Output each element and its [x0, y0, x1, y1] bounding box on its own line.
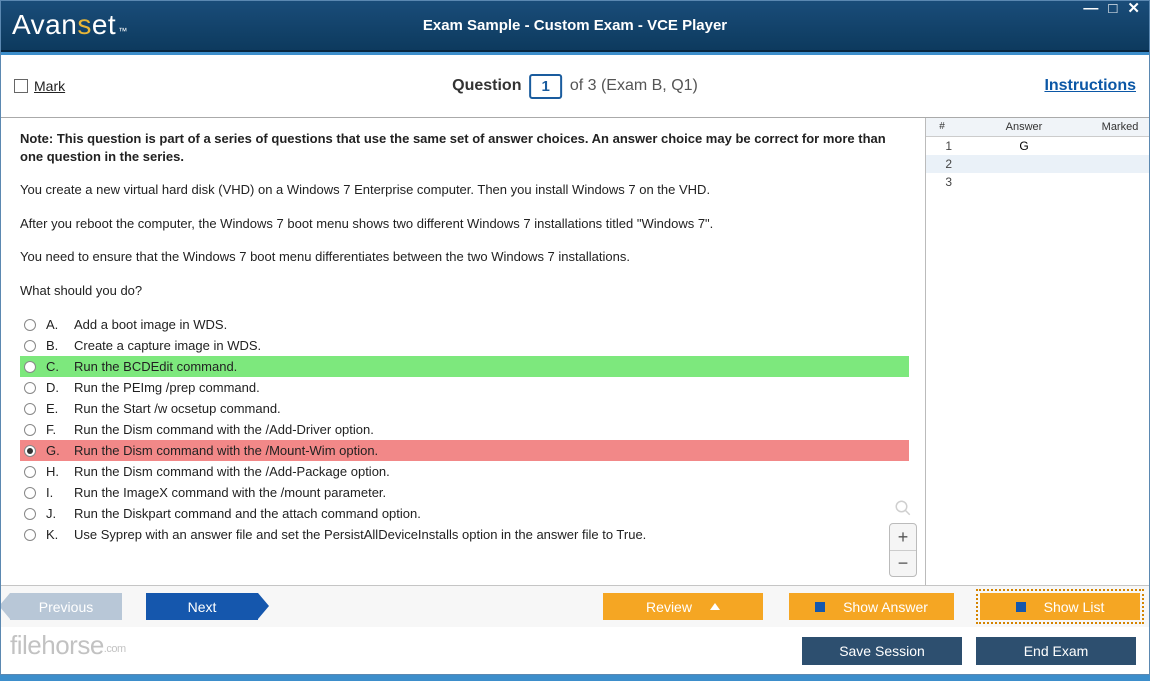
title-bar: Avanset™ Exam Sample - Custom Exam - VCE… [0, 0, 1150, 52]
radio-button[interactable] [24, 319, 36, 331]
question-paragraph: After you reboot the computer, the Windo… [20, 214, 909, 234]
question-prompt: What should you do? [20, 281, 909, 301]
radio-button[interactable] [24, 466, 36, 478]
question-paragraph: You create a new virtual hard disk (VHD)… [20, 180, 909, 200]
mark-checkbox[interactable] [14, 79, 28, 93]
question-label: Question [452, 77, 521, 95]
answer-option[interactable]: I. Run the ImageX command with the /mount… [20, 482, 909, 503]
maximize-button[interactable]: □ [1104, 2, 1121, 16]
answer-option[interactable]: D. Run the PEImg /prep command. [20, 377, 909, 398]
navigation-bar: Previous Next Review Show Answer Show Li… [0, 585, 1150, 627]
radio-button[interactable] [24, 529, 36, 541]
answer-option[interactable]: C. Run the BCDEdit command. [20, 356, 909, 377]
instructions-link[interactable]: Instructions [1044, 77, 1136, 95]
square-icon [1016, 602, 1026, 612]
answer-option[interactable]: K. Use Syprep with an answer file and set… [20, 524, 909, 545]
question-paragraph: You need to ensure that the Windows 7 bo… [20, 247, 909, 267]
answer-letter: E. [46, 401, 64, 416]
review-button[interactable]: Review [603, 593, 763, 620]
answer-text: Run the Dism command with the /Add-Packa… [74, 464, 390, 479]
answer-text: Run the Dism command with the /Add-Drive… [74, 422, 374, 437]
radio-button[interactable] [24, 424, 36, 436]
save-session-button[interactable]: Save Session [802, 637, 962, 665]
answer-option[interactable]: G. Run the Dism command with the /Mount-W… [20, 440, 909, 461]
bottom-bar: Save Session End Exam [0, 627, 1150, 675]
answer-text: Run the ImageX command with the /mount p… [74, 485, 386, 500]
answer-option[interactable]: A. Add a boot image in WDS. [20, 314, 909, 335]
answer-list-row[interactable]: 1G [926, 137, 1150, 155]
answer-text: Add a boot image in WDS. [74, 317, 227, 332]
question-note: Note: This question is part of a series … [20, 130, 909, 166]
answer-text: Use Syprep with an answer file and set t… [74, 527, 646, 542]
answer-option[interactable]: B. Create a capture image in WDS. [20, 335, 909, 356]
answer-letter: D. [46, 380, 64, 395]
answer-letter: A. [46, 317, 64, 332]
answer-letter: F. [46, 422, 64, 437]
end-exam-button[interactable]: End Exam [976, 637, 1136, 665]
radio-button[interactable] [24, 487, 36, 499]
answer-letter: C. [46, 359, 64, 374]
zoom-out-button[interactable]: − [890, 550, 916, 576]
answer-text: Run the Dism command with the /Mount-Wim… [74, 443, 378, 458]
square-icon [815, 602, 825, 612]
answer-list-panel: # Answer Marked 1G23 [925, 118, 1150, 585]
answer-letter: G. [46, 443, 64, 458]
radio-button[interactable] [24, 382, 36, 394]
answer-list-row[interactable]: 2 [926, 155, 1150, 173]
question-pane: Note: This question is part of a series … [0, 118, 925, 585]
show-answer-button[interactable]: Show Answer [789, 593, 954, 620]
app-logo: Avanset™ [12, 9, 128, 41]
answer-letter: B. [46, 338, 64, 353]
close-button[interactable]: ✕ [1123, 2, 1144, 16]
zoom-in-button[interactable]: + [890, 524, 916, 550]
mark-label[interactable]: Mark [34, 78, 65, 94]
answer-option[interactable]: E. Run the Start /w ocsetup command. [20, 398, 909, 419]
answer-text: Run the Diskpart command and the attach … [74, 506, 421, 521]
triangle-up-icon [710, 603, 720, 610]
answer-letter: I. [46, 485, 64, 500]
previous-button[interactable]: Previous [10, 593, 122, 620]
answer-option[interactable]: F. Run the Dism command with the /Add-Dri… [20, 419, 909, 440]
answer-text: Run the Start /w ocsetup command. [74, 401, 281, 416]
col-number: # [926, 118, 958, 136]
col-answer: Answer [958, 118, 1090, 136]
radio-button[interactable] [24, 403, 36, 415]
next-button[interactable]: Next [146, 593, 258, 620]
answer-option[interactable]: H. Run the Dism command with the /Add-Pac… [20, 461, 909, 482]
question-count: of 3 (Exam B, Q1) [570, 77, 698, 95]
minimize-button[interactable]: — [1079, 2, 1102, 16]
answers-list: A. Add a boot image in WDS. B. Create a cap… [20, 314, 909, 545]
answer-text: Create a capture image in WDS. [74, 338, 261, 353]
question-number-input[interactable]: 1 [529, 74, 561, 99]
answer-option[interactable]: J. Run the Diskpart command and the attac… [20, 503, 909, 524]
radio-button[interactable] [24, 361, 36, 373]
radio-button[interactable] [24, 445, 36, 457]
radio-button[interactable] [24, 508, 36, 520]
answer-text: Run the PEImg /prep command. [74, 380, 260, 395]
answer-letter: H. [46, 464, 64, 479]
answer-text: Run the BCDEdit command. [74, 359, 237, 374]
window-title: Exam Sample - Custom Exam - VCE Player [423, 17, 727, 34]
answer-letter: K. [46, 527, 64, 542]
col-marked: Marked [1090, 118, 1150, 136]
zoom-reset-icon[interactable] [892, 497, 914, 519]
answer-list-row[interactable]: 3 [926, 173, 1150, 191]
question-toolbar: Mark Question 1 of 3 (Exam B, Q1) Instru… [0, 55, 1150, 118]
radio-button[interactable] [24, 340, 36, 352]
show-list-button[interactable]: Show List [980, 593, 1140, 620]
answer-letter: J. [46, 506, 64, 521]
